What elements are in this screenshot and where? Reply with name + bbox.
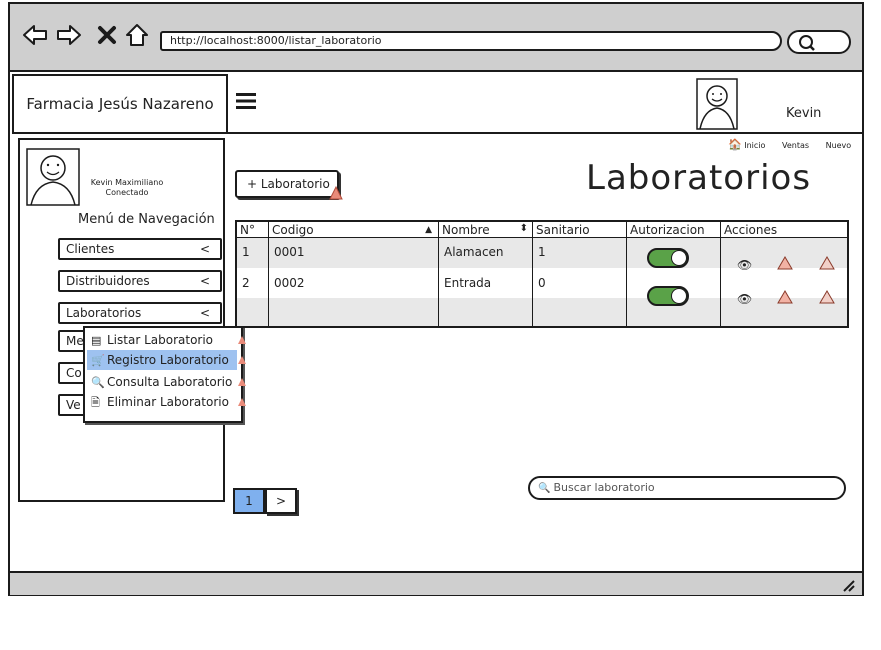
search-icon: 🔍 [538,483,551,494]
user-name[interactable]: Kevin [786,106,821,121]
column-header-codigo[interactable]: Codigo ▲ [269,222,439,238]
delete-warning-icon[interactable] [819,256,835,270]
status-bar [10,571,862,595]
breadcrumb-nuevo[interactable]: Nuevo [826,141,852,150]
breadcrumb-inicio[interactable]: Inicio [744,141,765,150]
column-header-label: Nombre [442,223,490,237]
warning-icon [329,186,343,200]
edit-warning-icon[interactable] [777,290,793,304]
add-laboratorio-label: + Laboratorio [247,177,330,191]
pagination: 1 > [233,488,299,514]
profile-name: Kevin Maximiliano [90,178,164,187]
sidebar-item-distribuidores[interactable]: Distribuidores < [58,270,222,292]
search-icon [799,35,815,51]
submenu-item-label: Eliminar Laboratorio [107,395,229,409]
menu-title: Menú de Navegación [78,212,215,227]
column-header-autorizacion: Autorizacion [627,222,721,238]
next-page-button[interactable]: > [265,488,297,514]
search-icon: 🔍 [91,376,105,389]
user-avatar[interactable] [696,78,738,130]
delete-warning-icon[interactable] [819,290,835,304]
cell-sanitario: 1 [538,245,546,259]
chevron-left-icon: < [199,274,210,288]
autorizacion-toggle[interactable] [647,286,689,306]
cart-icon: 🛒 [91,354,105,367]
forward-arrow-icon[interactable] [56,22,82,48]
sidebar-item-label: Distribuidores [66,274,150,288]
home-icon[interactable] [124,22,150,48]
view-eye-icon[interactable]: 👁 [737,292,752,306]
search-input[interactable]: 🔍 Buscar laboratorio [528,476,846,500]
document-icon: 🗎 [91,396,100,409]
sidebar-item-label: Ve [66,398,81,412]
add-laboratorio-button[interactable]: + Laboratorio [235,170,343,200]
warning-icon [238,356,246,364]
column-header-label: Codigo [272,223,314,237]
page-title: Laboratorios [586,158,812,198]
profile-info: Kevin Maximiliano Conectado [82,178,172,198]
submenu-item-consulta[interactable]: 🔍 Consulta Laboratorio [87,372,246,392]
submenu-item-label: Listar Laboratorio [107,333,214,347]
cell-sanitario: 0 [538,276,546,290]
edit-warning-icon[interactable] [777,256,793,270]
top-navbar [228,74,862,134]
home-icon[interactable]: 🏠 [728,138,742,151]
resize-grip-icon[interactable] [840,577,856,593]
column-header-acciones: Acciones [721,222,847,238]
submenu-item-listar[interactable]: ▤ Listar Laboratorio [87,330,246,350]
submenu-item-registro[interactable]: 🛒 Registro Laboratorio [87,350,246,370]
warning-icon [238,378,246,386]
list-icon: ▤ [91,334,102,347]
view-eye-icon[interactable]: 👁 [737,258,752,272]
warning-icon [238,336,246,344]
sidebar-item-clientes[interactable]: Clientes < [58,238,222,260]
page-button-current[interactable]: 1 [233,488,265,514]
browser-search-button[interactable] [787,30,851,54]
sidebar-item-label: Me [66,334,84,348]
laboratorios-table: N° Codigo ▲ Nombre ⬍ Sanitario Autorizac… [235,220,849,328]
search-placeholder: Buscar laboratorio [553,481,655,494]
cell-codigo: 0002 [274,276,305,290]
sidebar-item-laboratorios[interactable]: Laboratorios < [58,302,222,324]
submenu-item-eliminar[interactable]: 🗎 Eliminar Laboratorio [87,392,246,412]
hamburger-menu-icon[interactable] [236,92,256,110]
cell-nombre: Alamacen [444,245,504,259]
profile-avatar [26,148,80,206]
breadcrumb-ventas[interactable]: Ventas [782,141,809,150]
profile-status: Conectado [105,188,149,197]
autorizacion-toggle[interactable] [647,248,689,268]
chevron-left-icon: < [199,242,210,256]
column-header-n: N° [237,222,269,238]
column-header-sanitario: Sanitario [533,222,627,238]
cell-codigo: 0001 [274,245,305,259]
sidebar-item-label: Laboratorios [66,306,142,320]
sort-both-icon[interactable]: ⬍ [520,222,528,236]
sidebar-item-label: Clientes [66,242,115,256]
sidebar-item-label: Co [66,366,82,380]
submenu-item-label: Consulta Laboratorio [107,375,233,389]
warning-icon [238,398,246,406]
brand-logo: Farmacia Jesús Nazareno [12,74,228,134]
url-bar[interactable]: http://localhost:8000/listar_laboratorio [160,31,782,51]
chevron-left-icon: < [199,306,210,320]
close-icon[interactable] [94,22,120,48]
sort-up-icon[interactable]: ▲ [425,222,432,238]
submenu-item-label: Registro Laboratorio [107,353,229,367]
column-header-nombre[interactable]: Nombre ⬍ [439,222,533,238]
cell-n: 1 [242,245,250,259]
back-arrow-icon[interactable] [22,22,48,48]
laboratorios-submenu: ▤ Listar Laboratorio 🛒 Registro Laboratori… [83,326,246,423]
cell-n: 2 [242,276,250,290]
breadcrumb: 🏠 Inicio Ventas Nuevo [728,138,851,151]
cell-nombre: Entrada [444,276,492,290]
table-row [237,298,847,326]
